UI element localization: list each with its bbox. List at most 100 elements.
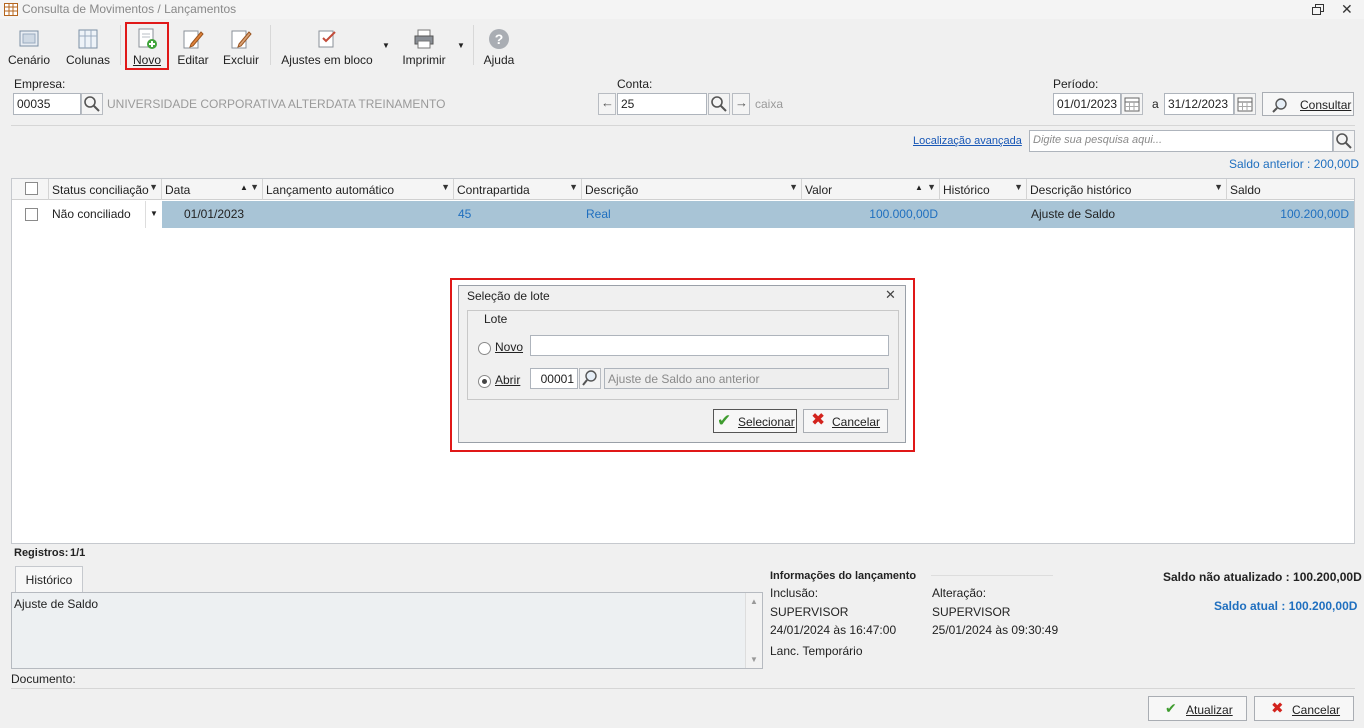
contrapartida-cell: 45 — [458, 207, 472, 221]
descricao-historico-cell: Ajuste de Saldo — [1031, 207, 1116, 221]
grid-header: Status conciliação ▼ Data ▲ ▼ Lançamento au… — [12, 179, 1354, 200]
chevron-down-icon[interactable]: ▼ — [382, 41, 390, 50]
row-select-cell[interactable] — [12, 201, 49, 228]
search-icon — [1272, 98, 1287, 113]
edit-icon — [183, 30, 204, 49]
abrir-radio[interactable] — [478, 375, 491, 388]
saldo-atual: Saldo atual : 100.200,00D — [1214, 599, 1358, 613]
conta-code-input[interactable]: 25 — [617, 93, 707, 115]
filter-icon[interactable]: ▼ — [1014, 182, 1023, 192]
info-lancamento-title: Informações do lançamento — [770, 570, 917, 582]
table-row[interactable]: Não conciliado ▼ 01/01/2023 45 Real 100.… — [12, 201, 1354, 228]
search-input[interactable]: Digite sua pesquisa aqui... — [1029, 130, 1333, 152]
row-checkbox[interactable] — [25, 208, 38, 221]
conta-search-button[interactable] — [708, 93, 730, 115]
lanc-temporario: Lanc. Temporário — [770, 644, 863, 658]
sort-up-icon: ▲ — [240, 183, 248, 192]
cancel-x-icon: ✖ — [1271, 700, 1284, 717]
toolbar-separator — [473, 25, 474, 65]
ajuda-button[interactable]: ? Ajuda — [480, 23, 518, 69]
header-data[interactable]: Data ▲ ▼ — [162, 179, 263, 200]
conta-name: caixa — [755, 97, 784, 111]
conta-prev-button[interactable]: ← — [598, 93, 616, 115]
header-select-all[interactable] — [12, 179, 49, 200]
historico-textarea[interactable]: Ajuste de Saldo ▲ ▼ — [11, 592, 763, 669]
header-valor[interactable]: Valor ▲ ▼ — [802, 179, 940, 200]
header-lancamento-automatico[interactable]: Lançamento automático ▼ — [263, 179, 454, 200]
divider — [11, 688, 1355, 689]
data-cell: 01/01/2023 — [184, 207, 245, 221]
close-icon[interactable]: ✕ — [885, 287, 896, 303]
novo-highlight — [125, 22, 169, 70]
select-all-checkbox[interactable] — [25, 182, 38, 195]
filter-icon[interactable]: ▼ — [789, 182, 798, 192]
ajustes-em-bloco-button[interactable]: Ajustes em bloco — [278, 23, 376, 69]
saldo-anterior: Saldo anterior : 200,00D — [1229, 157, 1360, 171]
filter-icon[interactable]: ▼ — [441, 182, 450, 192]
tab-historico[interactable]: Histórico — [15, 566, 83, 592]
imprimir-button[interactable]: Imprimir — [398, 23, 450, 69]
scroll-up-icon[interactable]: ▲ — [750, 597, 758, 606]
documento-label: Documento: — [11, 672, 76, 686]
check-icon: ✔ — [1165, 700, 1177, 716]
scroll-down-icon[interactable]: ▼ — [750, 655, 758, 664]
divider — [11, 125, 1355, 126]
header-contrapartida[interactable]: Contrapartida ▼ — [454, 179, 582, 200]
empresa-name: UNIVERSIDADE CORPORATIVA ALTERDATA TREIN… — [107, 97, 446, 111]
search-button[interactable] — [1333, 130, 1355, 152]
periodo-to-input[interactable]: 31/12/2023 — [1164, 93, 1234, 115]
inclusao-label: Inclusão: — [770, 586, 819, 600]
filter-icon[interactable]: ▼ — [569, 182, 578, 192]
cenario-button[interactable]: Cenário — [6, 23, 52, 69]
selecao-lote-dialog: Seleção de lote ✕ Lote Novo Abrir 00001 … — [458, 285, 906, 443]
consultar-button[interactable]: Consultar — [1262, 92, 1354, 116]
empresa-label: Empresa: — [14, 77, 66, 91]
localizacao-avancada-link[interactable]: Localização avançada — [913, 135, 1022, 147]
lote-group-label: Lote — [480, 312, 512, 326]
conta-next-button[interactable]: → — [732, 93, 750, 115]
abrir-code-input[interactable]: 00001 — [530, 368, 578, 389]
header-descricao-historico[interactable]: Descrição histórico ▼ — [1027, 179, 1227, 200]
cancelar-button[interactable]: ✖ Cancelar — [1254, 696, 1354, 721]
periodo-to-calendar-button[interactable] — [1234, 93, 1256, 115]
header-status[interactable]: Status conciliação ▼ — [49, 179, 162, 200]
abrir-search-button[interactable] — [579, 368, 601, 389]
inclusao-date: 24/01/2024 às 16:47:00 — [770, 623, 897, 637]
filter-icon[interactable]: ▼ — [149, 182, 158, 192]
editar-button[interactable]: Editar — [173, 23, 213, 69]
filter-icon[interactable]: ▼ — [927, 182, 936, 192]
excluir-button[interactable]: Excluir — [220, 23, 262, 69]
selecionar-button[interactable]: ✔ Selecionar — [713, 409, 797, 433]
colunas-button[interactable]: Colunas — [64, 23, 112, 69]
filter-icon[interactable]: ▼ — [1214, 182, 1223, 192]
periodo-from-calendar-button[interactable] — [1121, 93, 1143, 115]
header-historico[interactable]: Histórico ▼ — [940, 179, 1027, 200]
cancelar-dialog-button[interactable]: ✖ Cancelar — [803, 409, 888, 433]
search-icon — [582, 370, 597, 386]
header-saldo[interactable]: Saldo — [1227, 179, 1355, 200]
abrir-radio-label[interactable]: Abrir — [495, 373, 520, 387]
dialog-title: Seleção de lote — [467, 289, 550, 303]
header-descricao[interactable]: Descrição ▼ — [582, 179, 802, 200]
close-window-icon[interactable]: ✕ — [1341, 1, 1353, 18]
periodo-from-input[interactable]: 01/01/2023 — [1053, 93, 1121, 115]
filter-icon[interactable]: ▼ — [250, 182, 259, 192]
empresa-code-input[interactable]: 00035 — [13, 93, 81, 115]
title-bar: Consulta de Movimentos / Lançamentos ✕ — [0, 0, 1364, 19]
empresa-search-button[interactable] — [81, 93, 103, 115]
vertical-scrollbar[interactable]: ▲ ▼ — [745, 593, 762, 668]
atualizar-button[interactable]: ✔ Atualizar — [1148, 696, 1247, 721]
arrow-left-icon: ← — [601, 95, 614, 110]
calendar-icon — [1124, 97, 1140, 112]
alteracao-label: Alteração: — [932, 586, 987, 600]
saldo-nao-atualizado: Saldo não atualizado : 100.200,00D — [1163, 570, 1362, 584]
toolbar-separator — [120, 25, 121, 65]
status-cell[interactable]: Não conciliado — [49, 201, 145, 228]
status-dropdown[interactable]: ▼ — [145, 201, 162, 228]
chevron-down-icon[interactable]: ▼ — [457, 41, 465, 50]
novo-lote-input[interactable] — [530, 335, 889, 356]
descricao-cell: Real — [586, 207, 611, 221]
restore-window-icon[interactable] — [1312, 4, 1324, 15]
novo-radio-label[interactable]: Novo — [495, 340, 523, 354]
novo-radio[interactable] — [478, 342, 491, 355]
